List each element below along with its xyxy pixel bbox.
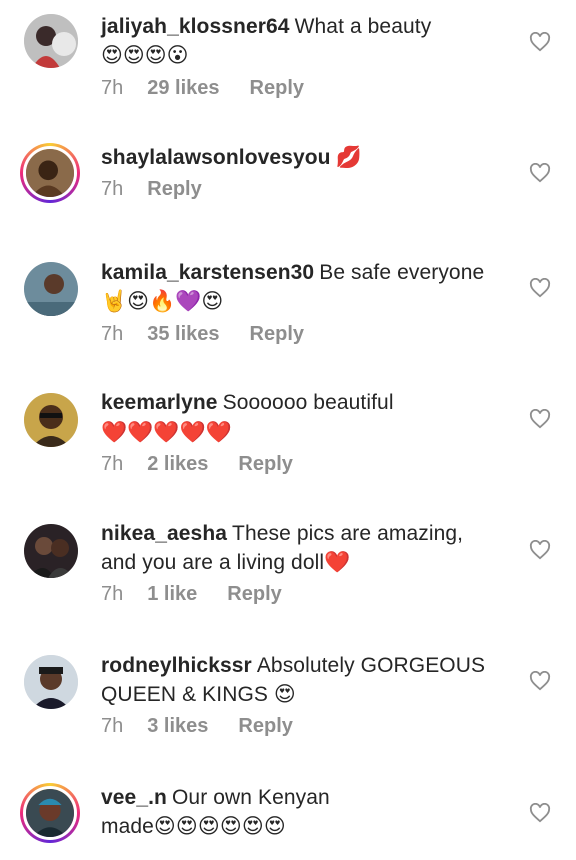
comment-text-continued: made😍😍😍😍😍😍	[101, 815, 286, 838]
comment-username[interactable]: keemarlyne	[101, 391, 218, 414]
comment-meta: 7h 2 likes Reply	[101, 453, 516, 476]
avatar[interactable]	[24, 14, 78, 68]
heart-outline-icon[interactable]	[529, 32, 551, 52]
comment-text: What a beauty	[294, 15, 432, 38]
comment-time: 7h	[101, 178, 124, 200]
comment-username[interactable]: rodneylhickssr	[101, 654, 252, 677]
comment-text: Soooooo beautiful	[222, 391, 394, 414]
comment-username[interactable]: nikea_aesha	[101, 522, 227, 545]
avatar[interactable]	[24, 655, 78, 709]
avatar[interactable]	[20, 783, 80, 843]
heart-outline-icon[interactable]	[529, 671, 551, 691]
comment-username[interactable]: kamila_karstensen30	[101, 261, 314, 284]
comment-time: 7h	[101, 77, 124, 99]
comment-text: Our own Kenyan	[171, 786, 330, 809]
comment-text: Be safe everyone	[319, 261, 485, 284]
reply-button[interactable]: Reply	[147, 178, 201, 201]
comment-likes[interactable]: 29 likes	[147, 77, 219, 100]
avatar[interactable]	[24, 524, 78, 578]
heart-outline-icon[interactable]	[529, 278, 551, 298]
heart-outline-icon[interactable]	[529, 803, 551, 823]
comment-likes[interactable]: 3 likes	[147, 715, 208, 738]
comment-username[interactable]: jaliyah_klossner64	[101, 15, 290, 38]
comment-username[interactable]: vee_.n	[101, 786, 167, 809]
comment-meta: 7h 29 likes Reply	[101, 77, 516, 100]
comment-time: 7h	[101, 715, 124, 737]
reply-button[interactable]: Reply	[227, 583, 281, 606]
comment-meta: 7h 35 likes Reply	[101, 323, 516, 346]
comment-likes[interactable]: 2 likes	[147, 453, 208, 476]
comment-time: 7h	[101, 453, 124, 475]
comment-text-continued: QUEEN & KINGS 😍	[101, 683, 296, 706]
avatar[interactable]	[24, 262, 78, 316]
comment-time: 7h	[101, 323, 124, 345]
heart-outline-icon[interactable]	[529, 540, 551, 560]
comment-text: 💋	[335, 145, 362, 169]
reply-button[interactable]: Reply	[250, 323, 304, 346]
comment-emojis: ❤️❤️❤️❤️❤️	[101, 420, 232, 444]
avatar[interactable]	[20, 143, 80, 203]
comment-emojis: 😍😍😍😮	[101, 44, 189, 67]
comment-time: 7h	[101, 583, 124, 605]
reply-button[interactable]: Reply	[250, 77, 304, 100]
reply-button[interactable]: Reply	[238, 453, 292, 476]
comment-meta: 7h 3 likes Reply	[101, 715, 516, 738]
comment-meta: 7h Reply	[101, 178, 516, 201]
comment-likes[interactable]: 1 like	[147, 583, 197, 606]
heart-outline-icon[interactable]	[529, 409, 551, 429]
comment-likes[interactable]: 35 likes	[147, 323, 219, 346]
comment-username[interactable]: shaylalawsonlovesyou	[101, 146, 331, 169]
heart-outline-icon[interactable]	[529, 163, 551, 183]
comment-text-continued: and you are a living doll❤️	[101, 551, 351, 574]
comment-text: These pics are amazing,	[232, 522, 464, 545]
comment-emojis: 🤘😍🔥💜😍	[101, 290, 224, 313]
avatar[interactable]	[24, 393, 78, 447]
comment-meta: 7h 1 like Reply	[101, 583, 516, 606]
reply-button[interactable]: Reply	[238, 715, 292, 738]
comment-text: Absolutely GORGEOUS	[256, 654, 486, 677]
